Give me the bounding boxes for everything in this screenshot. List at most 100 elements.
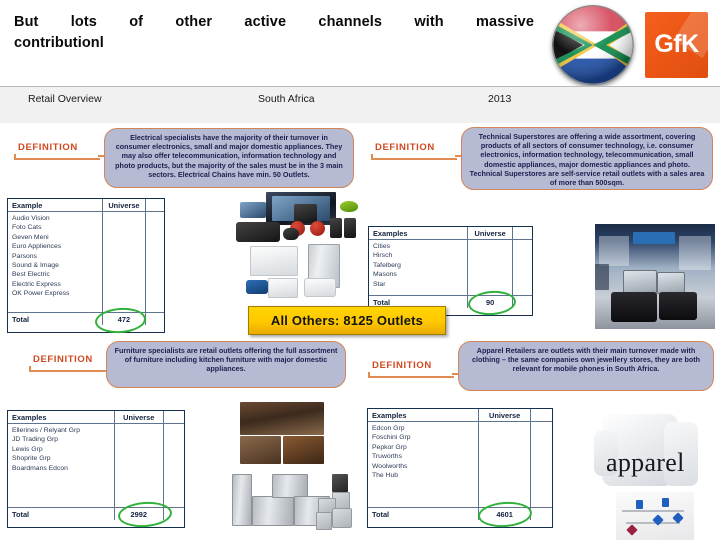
definition-text-electrical: Electrical specialists have the majority… xyxy=(104,128,354,188)
page-title: But lots of other active channels with m… xyxy=(14,12,534,54)
list-item: Cities xyxy=(373,243,390,250)
table-body-names: Edcon Grp Foschini Grp Pepkor Grp Truwor… xyxy=(368,422,478,507)
definition-label: DEFINITION xyxy=(18,142,78,153)
subtitle-country: South Africa xyxy=(258,93,315,105)
table-body-universe xyxy=(478,422,530,507)
list-item: Parsons xyxy=(12,252,37,260)
table-body-names: Cities Hirsch Tafelberg Masons Star xyxy=(369,240,467,295)
col-header-examples: Example xyxy=(12,200,43,210)
total-value: 472 xyxy=(101,313,146,325)
gfk-logo-text: GfK xyxy=(654,30,699,58)
col-header-spacer xyxy=(145,199,164,211)
definition-underline xyxy=(368,376,454,378)
list-item: Foto Cats xyxy=(12,224,42,232)
col-header-universe: Universe xyxy=(478,409,530,421)
table-header-row: Examples Universe xyxy=(369,227,532,240)
total-spacer xyxy=(529,508,552,520)
list-item: Sound & Image xyxy=(12,262,59,270)
definition-underline xyxy=(14,158,100,160)
list-item: Euro Appliences xyxy=(12,243,62,251)
page-title-line1: But lots of other active channels with m… xyxy=(14,14,534,30)
total-label: Total xyxy=(12,509,30,519)
list-item: Tafelberg xyxy=(373,261,401,269)
examples-table-electrical: Example Universe Audio Vision Foto Cats … xyxy=(7,198,165,333)
col-header-examples: Examples xyxy=(12,412,47,422)
list-item: Woolworths xyxy=(372,462,408,470)
definition-text-technical: Technical Superstores are offering a wid… xyxy=(461,127,713,190)
list-item: Masons xyxy=(373,271,397,279)
subtitle-bar: Retail Overview South Africa 2013 xyxy=(0,86,720,123)
south-africa-flag-icon xyxy=(552,5,634,85)
list-item: Ellerines / Relyant Grp xyxy=(12,427,80,434)
list-item: Edcon Grp xyxy=(372,425,405,432)
definition-underline-tick xyxy=(14,154,16,160)
technical-superstore-photo xyxy=(595,224,715,329)
table-body-universe xyxy=(113,424,163,507)
list-item: Shoprite Grp xyxy=(12,455,51,463)
col-header-examples: Examples xyxy=(373,228,408,238)
list-item: Electric Express xyxy=(12,280,61,288)
definition-underline-tick xyxy=(371,154,373,160)
table-body-spacer xyxy=(145,212,164,312)
examples-table-technical: Examples Universe Cities Hirsch Tafelber… xyxy=(368,226,533,316)
definition-text-furniture: Furniture specialists are retail outlets… xyxy=(106,341,346,388)
list-item: The Hub xyxy=(372,472,399,480)
table-body-names: Ellerines / Relyant Grp JD Trading Grp L… xyxy=(8,424,114,507)
total-label: Total xyxy=(372,509,390,519)
list-item: OK Power Express xyxy=(12,290,70,298)
table-body-spacer xyxy=(529,422,552,507)
col-header-universe: Universe xyxy=(113,411,163,423)
table-header-row: Examples Universe xyxy=(8,411,184,424)
table-body: Ellerines / Relyant Grp JD Trading Grp L… xyxy=(8,424,184,507)
list-item: JD Trading Grp xyxy=(12,436,59,444)
list-item: Pepkor Grp xyxy=(372,443,407,451)
table-body-universe xyxy=(101,212,146,312)
list-item: Truworths xyxy=(372,453,402,461)
definition-underline-tick xyxy=(368,372,370,378)
list-item: Foschini Grp xyxy=(372,434,411,442)
list-item: Star xyxy=(373,280,386,288)
apparel-photo-image: apparel xyxy=(588,408,720,540)
definition-label: DEFINITION xyxy=(372,360,432,371)
list-item: Boardmans Edcon xyxy=(12,464,68,472)
table-total-row: Total 472 xyxy=(8,312,164,325)
list-item: Audio Vision xyxy=(12,215,50,222)
definition-label: DEFINITION xyxy=(375,142,435,153)
col-header-universe: Universe xyxy=(466,227,513,239)
definition-underline xyxy=(371,158,457,160)
examples-table-furniture: Examples Universe Ellerines / Relyant Gr… xyxy=(7,410,185,528)
col-header-examples: Examples xyxy=(372,410,407,420)
table-total-row: Total 4601 xyxy=(368,507,552,520)
table-header-row: Examples Universe xyxy=(368,409,552,422)
examples-table-apparel: Examples Universe Edcon Grp Foschini Grp… xyxy=(367,408,553,528)
table-header-row: Example Universe xyxy=(8,199,164,212)
total-value: 2992 xyxy=(113,508,163,520)
table-body: Cities Hirsch Tafelberg Masons Star xyxy=(369,240,532,295)
gfk-logo: GfK xyxy=(645,12,708,78)
definition-text-apparel: Apparel Retailers are outlets with their… xyxy=(458,341,714,391)
total-value: 90 xyxy=(466,296,513,308)
total-spacer xyxy=(512,296,532,308)
col-header-spacer xyxy=(512,227,532,239)
table-body-universe xyxy=(466,240,513,295)
block-apparel-retailers: DEFINITION Apparel Retailers are outlets… xyxy=(360,338,720,540)
total-spacer xyxy=(162,508,184,520)
apparel-word-text: apparel xyxy=(606,448,685,477)
all-others-callout: All Others: 8125 Outlets xyxy=(248,306,446,335)
table-total-row: Total 2992 xyxy=(8,507,184,520)
definition-label: DEFINITION xyxy=(33,354,93,365)
total-spacer xyxy=(145,313,164,325)
subtitle-report-name: Retail Overview xyxy=(28,93,102,105)
page-title-line2: contributionl xyxy=(14,35,104,51)
total-label: Total xyxy=(12,314,30,324)
total-value: 4601 xyxy=(478,508,530,520)
consumer-electronics-collage-image xyxy=(232,190,367,300)
table-body-names: Audio Vision Foto Cats Geven Meni Euro A… xyxy=(8,212,102,312)
list-item: Geven Meni xyxy=(12,233,49,241)
list-item: Hirsch xyxy=(373,252,393,260)
list-item: Lewis Grp xyxy=(12,445,43,453)
furniture-collage-image xyxy=(232,400,362,535)
table-body: Edcon Grp Foschini Grp Pepkor Grp Truwor… xyxy=(368,422,552,507)
col-header-universe: Universe xyxy=(101,199,146,211)
col-header-spacer xyxy=(162,411,184,423)
